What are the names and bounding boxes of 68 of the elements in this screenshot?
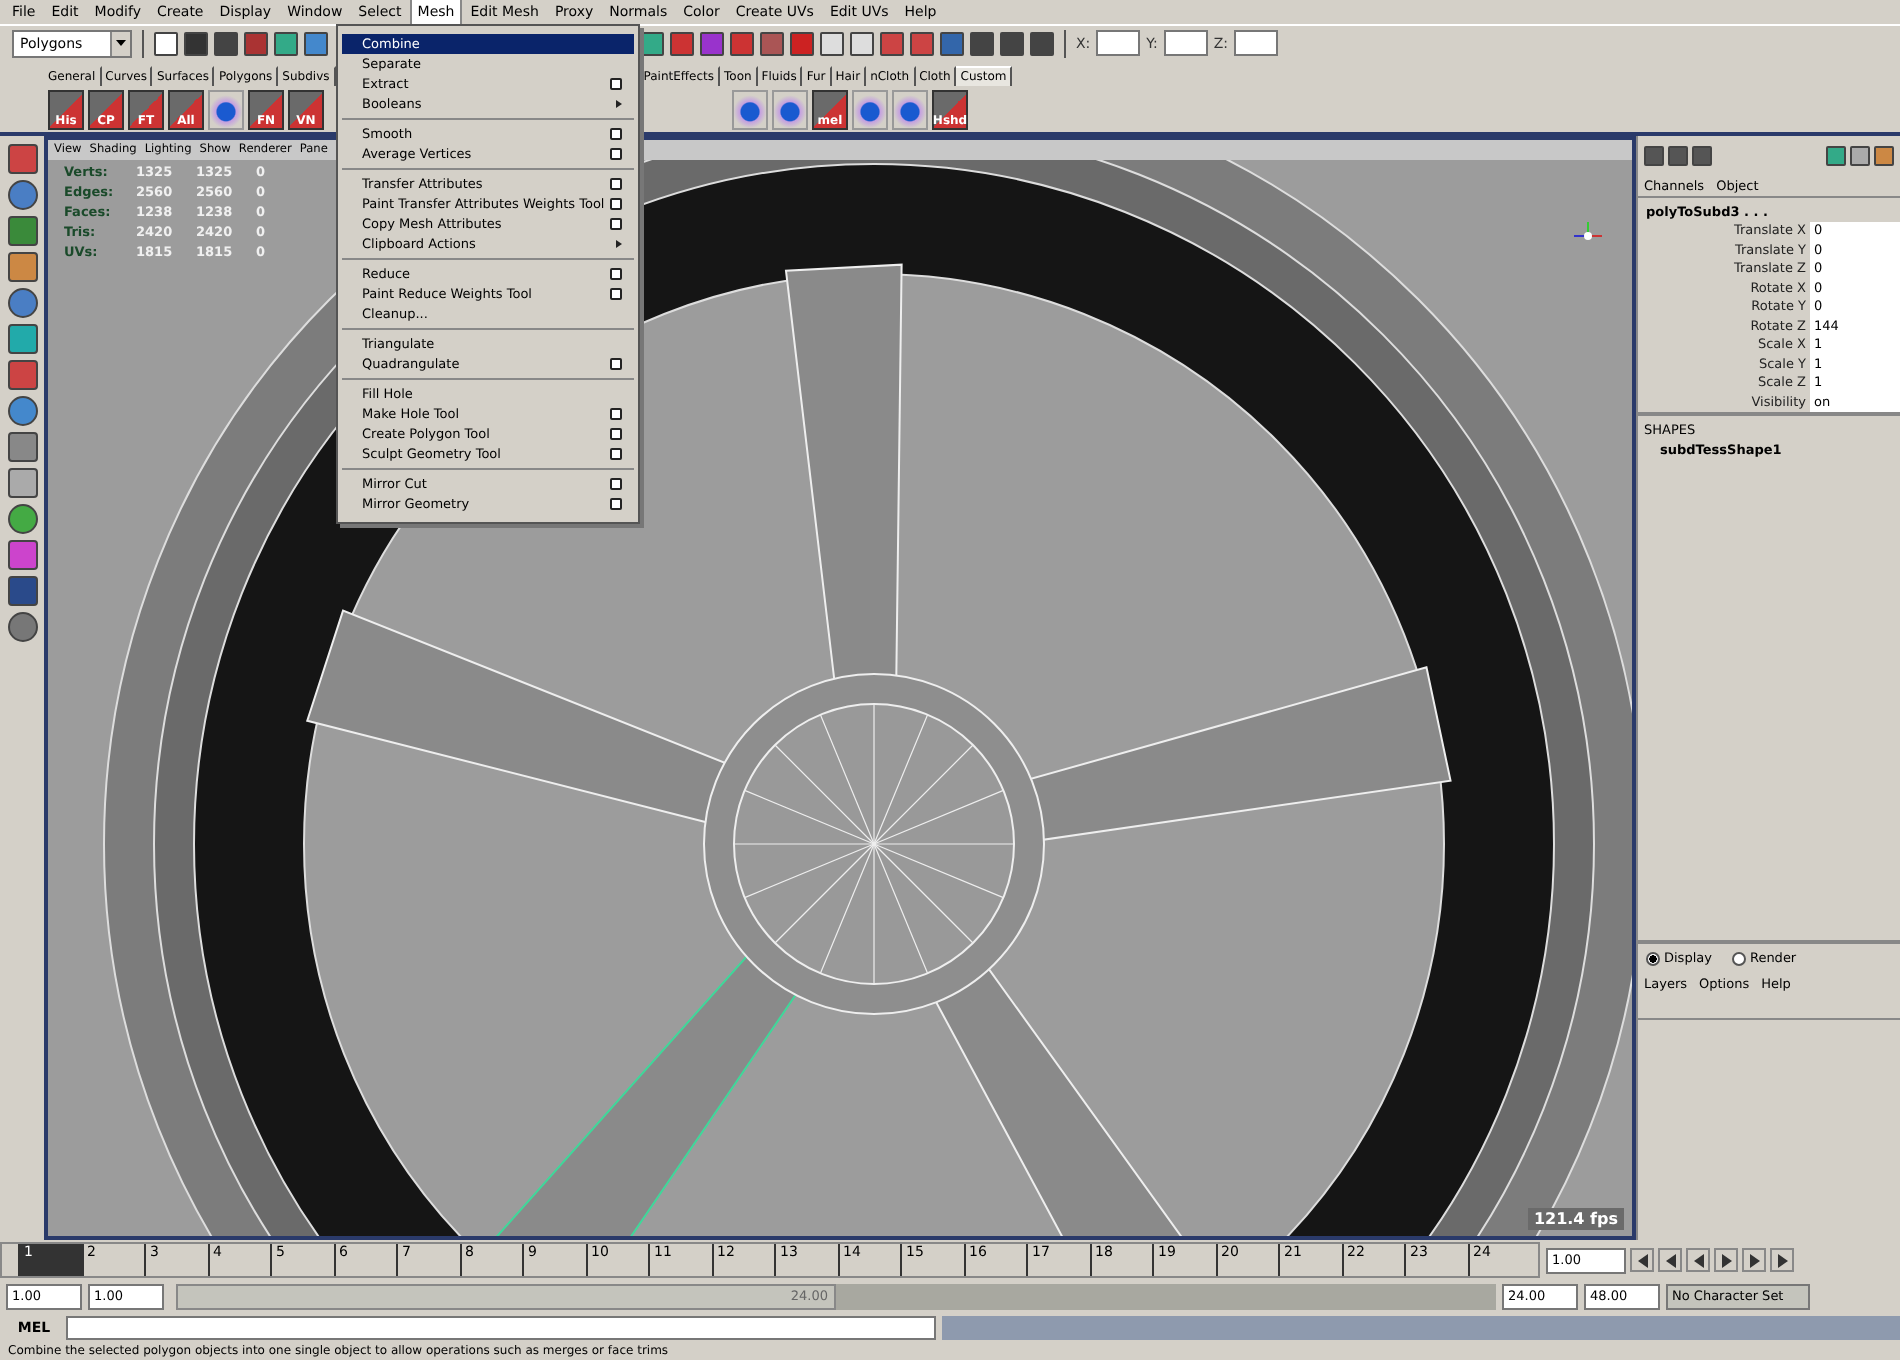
option-box-icon[interactable] <box>610 358 622 370</box>
tool-icon[interactable] <box>7 576 37 606</box>
option-box-icon[interactable] <box>610 128 622 140</box>
coordinate-field[interactable] <box>1096 30 1141 56</box>
toolbar-icon[interactable] <box>244 31 268 55</box>
command-line-field[interactable] <box>66 1315 936 1339</box>
tool-icon[interactable] <box>7 432 37 462</box>
playback-button[interactable] <box>1686 1248 1710 1272</box>
toolbar-icon[interactable] <box>154 31 178 55</box>
playback-button[interactable] <box>1714 1248 1738 1272</box>
shelf-icon[interactable] <box>852 89 888 129</box>
toolbar-icon[interactable] <box>940 31 964 55</box>
tool-icon[interactable] <box>7 180 37 210</box>
toolbar-icon[interactable] <box>820 31 844 55</box>
fps-counter: 121.4 fps <box>1527 1208 1624 1230</box>
shelf-icon[interactable] <box>732 89 768 129</box>
option-box-icon[interactable] <box>610 428 622 440</box>
toolbar-icon[interactable] <box>274 31 298 55</box>
toolbar-icon[interactable] <box>760 31 784 55</box>
tool-icon[interactable] <box>7 612 37 642</box>
toolbar-icon[interactable] <box>670 31 694 55</box>
toolbar-icon[interactable] <box>214 31 238 55</box>
shelf-icon[interactable] <box>208 89 244 129</box>
submenu-arrow-icon <box>616 240 622 248</box>
toolbar-icon[interactable] <box>1000 31 1024 55</box>
tool-icon[interactable] <box>7 468 37 498</box>
toolbar-icon[interactable] <box>1030 31 1054 55</box>
option-box-icon[interactable] <box>610 288 622 300</box>
toolbar-icon[interactable] <box>700 31 724 55</box>
toolbar-icon[interactable] <box>304 31 328 55</box>
option-box-icon[interactable] <box>610 408 622 420</box>
playback-button[interactable] <box>1630 1248 1654 1272</box>
toolbar-icon[interactable] <box>850 31 874 55</box>
option-box-icon[interactable] <box>610 498 622 510</box>
tool-icon[interactable] <box>7 324 37 354</box>
option-box-icon[interactable] <box>610 268 622 280</box>
option-box-icon[interactable] <box>610 178 622 190</box>
caret-icon <box>110 31 130 55</box>
option-box-icon[interactable] <box>610 218 622 230</box>
toolbar-icon[interactable] <box>910 31 934 55</box>
option-box-icon[interactable] <box>610 78 622 90</box>
option-box-icon[interactable] <box>610 448 622 460</box>
shelf-icon[interactable] <box>772 89 808 129</box>
shelf-icon[interactable] <box>892 89 928 129</box>
tool-icon[interactable] <box>7 504 37 534</box>
tool-icon[interactable] <box>7 252 37 282</box>
coordinate-field[interactable] <box>1234 30 1279 56</box>
tool-icon[interactable] <box>7 216 37 246</box>
submenu-arrow-icon <box>616 100 622 108</box>
option-box-icon[interactable] <box>610 148 622 160</box>
playback-button[interactable] <box>1742 1248 1766 1272</box>
tool-icon[interactable] <box>7 144 37 174</box>
playback-button[interactable] <box>1770 1248 1794 1272</box>
option-box-icon[interactable] <box>610 478 622 490</box>
toolbar-icon[interactable] <box>880 31 904 55</box>
option-box-icon[interactable] <box>610 198 622 210</box>
toolbar-icon[interactable] <box>970 31 994 55</box>
tool-icon[interactable] <box>7 396 37 426</box>
playback-button[interactable] <box>1658 1248 1682 1272</box>
tool-icon[interactable] <box>7 540 37 570</box>
tool-icon[interactable] <box>7 360 37 390</box>
toolbar-icon[interactable] <box>184 31 208 55</box>
radio-button[interactable] <box>1646 952 1660 966</box>
toolbar-icon[interactable] <box>730 31 754 55</box>
toolbar-icon[interactable] <box>790 31 814 55</box>
tool-icon[interactable] <box>7 288 37 318</box>
radio-button[interactable] <box>1731 952 1746 966</box>
coordinate-field[interactable] <box>1163 30 1208 56</box>
